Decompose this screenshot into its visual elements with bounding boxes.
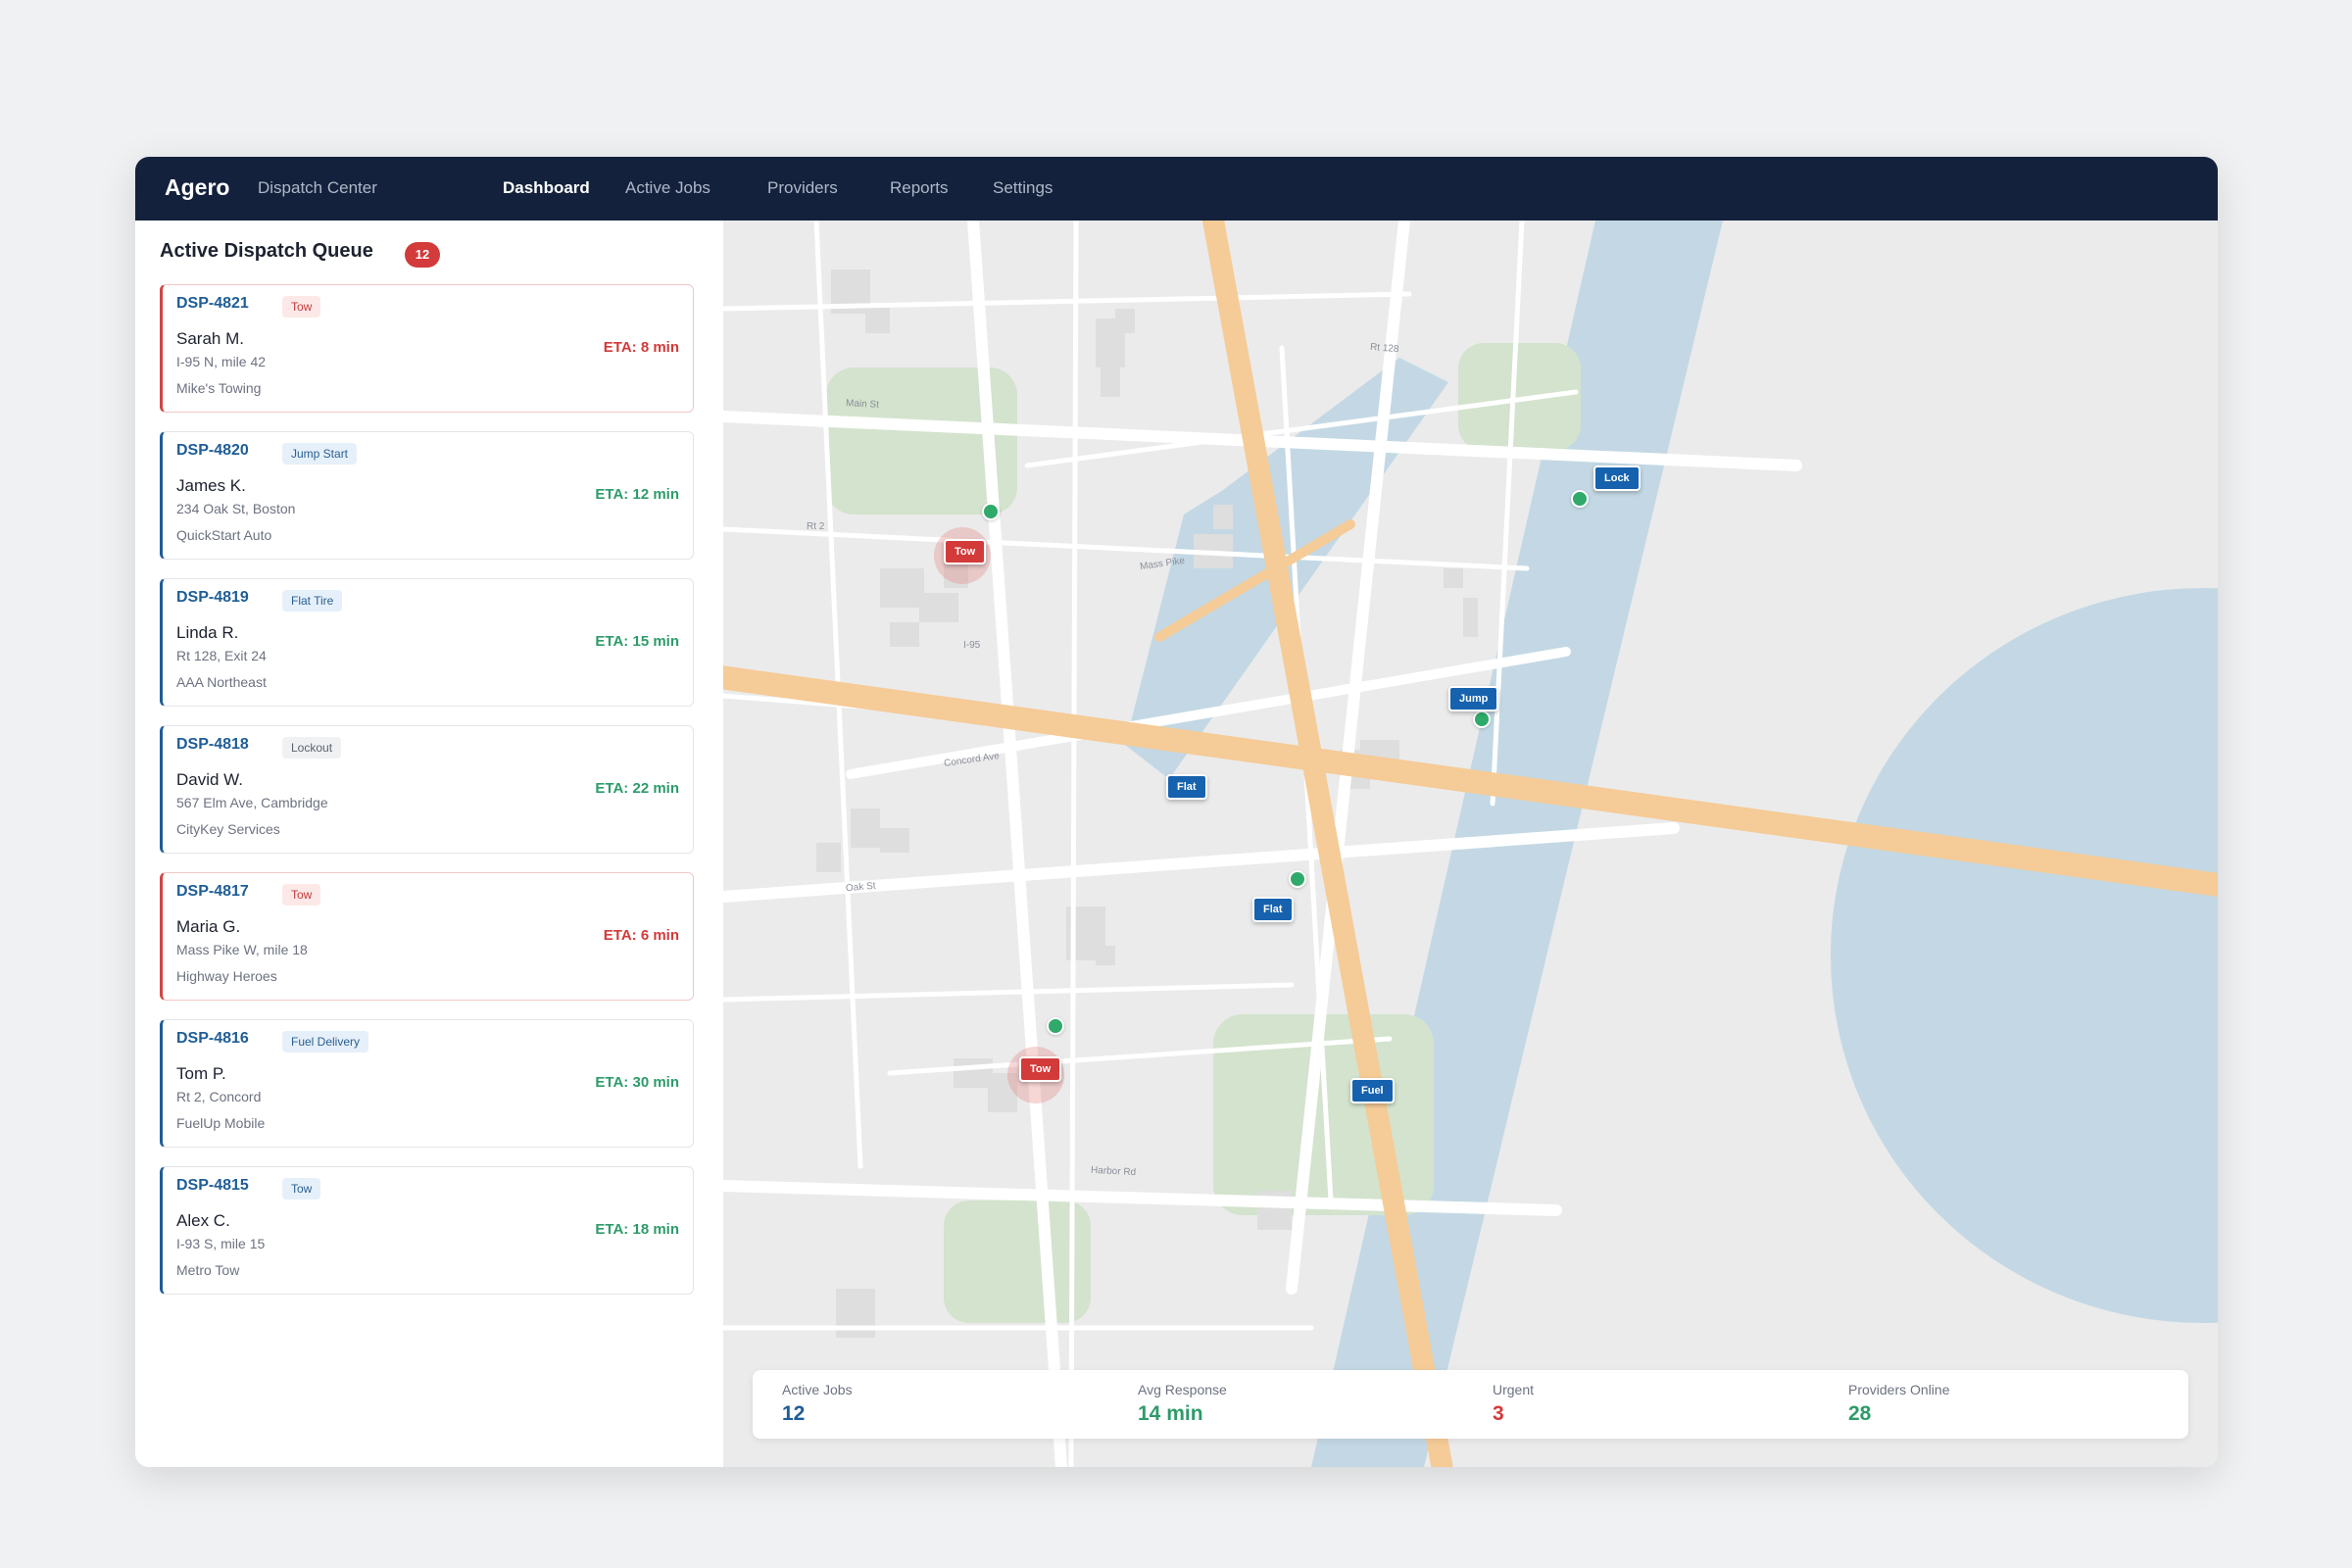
customer-name: Alex C. — [176, 1211, 230, 1230]
provider-name: AAA Northeast — [176, 674, 267, 690]
dispatch-map[interactable]: Rt 128 Main St Rt 2 Mass Pike I-95 Conco… — [723, 220, 2218, 1467]
queue-count-badge: 12 — [405, 242, 440, 268]
dispatch-card[interactable]: DSP-4816 Fuel Delivery Tom P. Rt 2, Conc… — [160, 1019, 694, 1148]
provider-name: Mike's Towing — [176, 380, 262, 396]
stat-value: 14 min — [1138, 1402, 1203, 1425]
park — [1458, 343, 1581, 451]
brand-logo[interactable]: Agero — [165, 174, 229, 201]
job-marker-flat[interactable]: Flat — [1252, 897, 1294, 922]
job-location: Mass Pike W, mile 18 — [176, 942, 308, 957]
stats-bar: Active Jobs 12 Avg Response 14 min Urgen… — [753, 1370, 2188, 1439]
provider-name: Highway Heroes — [176, 968, 277, 984]
park — [944, 1200, 1091, 1323]
job-location: 234 Oak St, Boston — [176, 501, 296, 516]
provider-name: Metro Tow — [176, 1262, 240, 1278]
customer-name: Tom P. — [176, 1064, 226, 1083]
provider-name: QuickStart Auto — [176, 527, 272, 543]
service-type-tag: Flat Tire — [282, 590, 343, 612]
stat-label: Providers Online — [1848, 1382, 1950, 1397]
nav-active-jobs[interactable]: Active Jobs — [625, 178, 710, 198]
provider-name: CityKey Services — [176, 821, 280, 837]
dispatch-queue-panel: Active Dispatch Queue 12 DSP-4821 Tow Sa… — [135, 220, 723, 1467]
queue-title: Active Dispatch Queue — [160, 240, 373, 262]
job-id: DSP-4819 — [176, 589, 249, 606]
dispatch-card[interactable]: DSP-4821 Tow Sarah M. I-95 N, mile 42 Mi… — [160, 284, 694, 413]
job-marker-tow[interactable]: Tow — [1019, 1056, 1062, 1082]
job-marker-fuel[interactable]: Fuel — [1350, 1078, 1395, 1103]
service-type-tag: Tow — [282, 1178, 321, 1200]
stat-value: 28 — [1848, 1402, 1872, 1425]
stat-avg-response: Avg Response 14 min — [1138, 1382, 1227, 1426]
stat-active-jobs: Active Jobs 12 — [782, 1382, 853, 1426]
map-canvas — [723, 220, 2218, 1467]
provider-location-dot[interactable] — [1289, 870, 1306, 888]
nav-dashboard[interactable]: Dashboard — [503, 178, 590, 198]
service-type-tag: Lockout — [282, 737, 342, 759]
job-location: Rt 2, Concord — [176, 1089, 262, 1104]
street-label: Harbor Rd — [1090, 1164, 1137, 1179]
nav-settings[interactable]: Settings — [993, 178, 1053, 198]
stat-value: 12 — [782, 1402, 806, 1425]
street-label: Rt 2 — [807, 521, 825, 532]
street-label: I-95 — [963, 640, 981, 651]
customer-name: Linda R. — [176, 623, 239, 642]
job-id: DSP-4821 — [176, 295, 249, 312]
eta-label: ETA: 6 min — [603, 927, 679, 944]
job-id: DSP-4818 — [176, 736, 249, 753]
stat-value: 3 — [1493, 1402, 1504, 1425]
service-type-tag: Tow — [282, 296, 321, 318]
app-window: Agero Dispatch Center Dashboard Active J… — [135, 157, 2218, 1467]
provider-name: FuelUp Mobile — [176, 1115, 266, 1131]
dispatch-card[interactable]: DSP-4820 Jump Start James K. 234 Oak St,… — [160, 431, 694, 560]
dispatch-card[interactable]: DSP-4815 Tow Alex C. I-93 S, mile 15 Met… — [160, 1166, 694, 1295]
eta-label: ETA: 8 min — [603, 339, 679, 356]
eta-label: ETA: 12 min — [595, 486, 679, 503]
stat-providers-online: Providers Online 28 — [1848, 1382, 1950, 1426]
job-id: DSP-4817 — [176, 883, 249, 900]
provider-location-dot[interactable] — [1473, 710, 1491, 728]
dispatch-card[interactable]: DSP-4819 Flat Tire Linda R. Rt 128, Exit… — [160, 578, 694, 707]
dispatch-card[interactable]: DSP-4817 Tow Maria G. Mass Pike W, mile … — [160, 872, 694, 1001]
eta-label: ETA: 30 min — [595, 1074, 679, 1091]
app-subtitle: Dispatch Center — [258, 178, 377, 197]
stat-label: Active Jobs — [782, 1382, 853, 1397]
provider-location-dot[interactable] — [982, 503, 1000, 520]
customer-name: David W. — [176, 770, 244, 789]
street-label: Main St — [845, 398, 880, 411]
eta-label: ETA: 22 min — [595, 780, 679, 797]
job-id: DSP-4820 — [176, 442, 249, 459]
job-location: 567 Elm Ave, Cambridge — [176, 795, 328, 810]
job-marker-flat[interactable]: Flat — [1166, 774, 1207, 800]
top-navigation-bar: Agero Dispatch Center Dashboard Active J… — [135, 157, 2218, 220]
dispatch-card[interactable]: DSP-4818 Lockout David W. 567 Elm Ave, C… — [160, 725, 694, 854]
eta-label: ETA: 18 min — [595, 1221, 679, 1238]
job-id: DSP-4816 — [176, 1030, 249, 1047]
customer-name: James K. — [176, 476, 246, 495]
job-marker-tow[interactable]: Tow — [944, 539, 987, 564]
stat-label: Avg Response — [1138, 1382, 1227, 1397]
job-location: I-95 N, mile 42 — [176, 354, 267, 369]
lake — [1831, 588, 2218, 1323]
job-location: I-93 S, mile 15 — [176, 1236, 266, 1251]
customer-name: Sarah M. — [176, 329, 244, 348]
service-type-tag: Tow — [282, 884, 321, 906]
service-type-tag: Fuel Delivery — [282, 1031, 369, 1053]
job-marker-lockout[interactable]: Lock — [1593, 466, 1641, 491]
provider-location-dot[interactable] — [1047, 1017, 1064, 1035]
job-id: DSP-4815 — [176, 1177, 249, 1194]
nav-providers[interactable]: Providers — [767, 178, 838, 198]
customer-name: Maria G. — [176, 917, 241, 936]
nav-reports[interactable]: Reports — [890, 178, 949, 198]
stat-label: Urgent — [1493, 1382, 1535, 1397]
service-type-tag: Jump Start — [282, 443, 358, 465]
eta-label: ETA: 15 min — [595, 633, 679, 650]
job-marker-jump[interactable]: Jump — [1448, 686, 1499, 711]
job-location: Rt 128, Exit 24 — [176, 648, 267, 663]
stat-urgent: Urgent 3 — [1493, 1382, 1534, 1426]
provider-location-dot[interactable] — [1571, 490, 1589, 508]
